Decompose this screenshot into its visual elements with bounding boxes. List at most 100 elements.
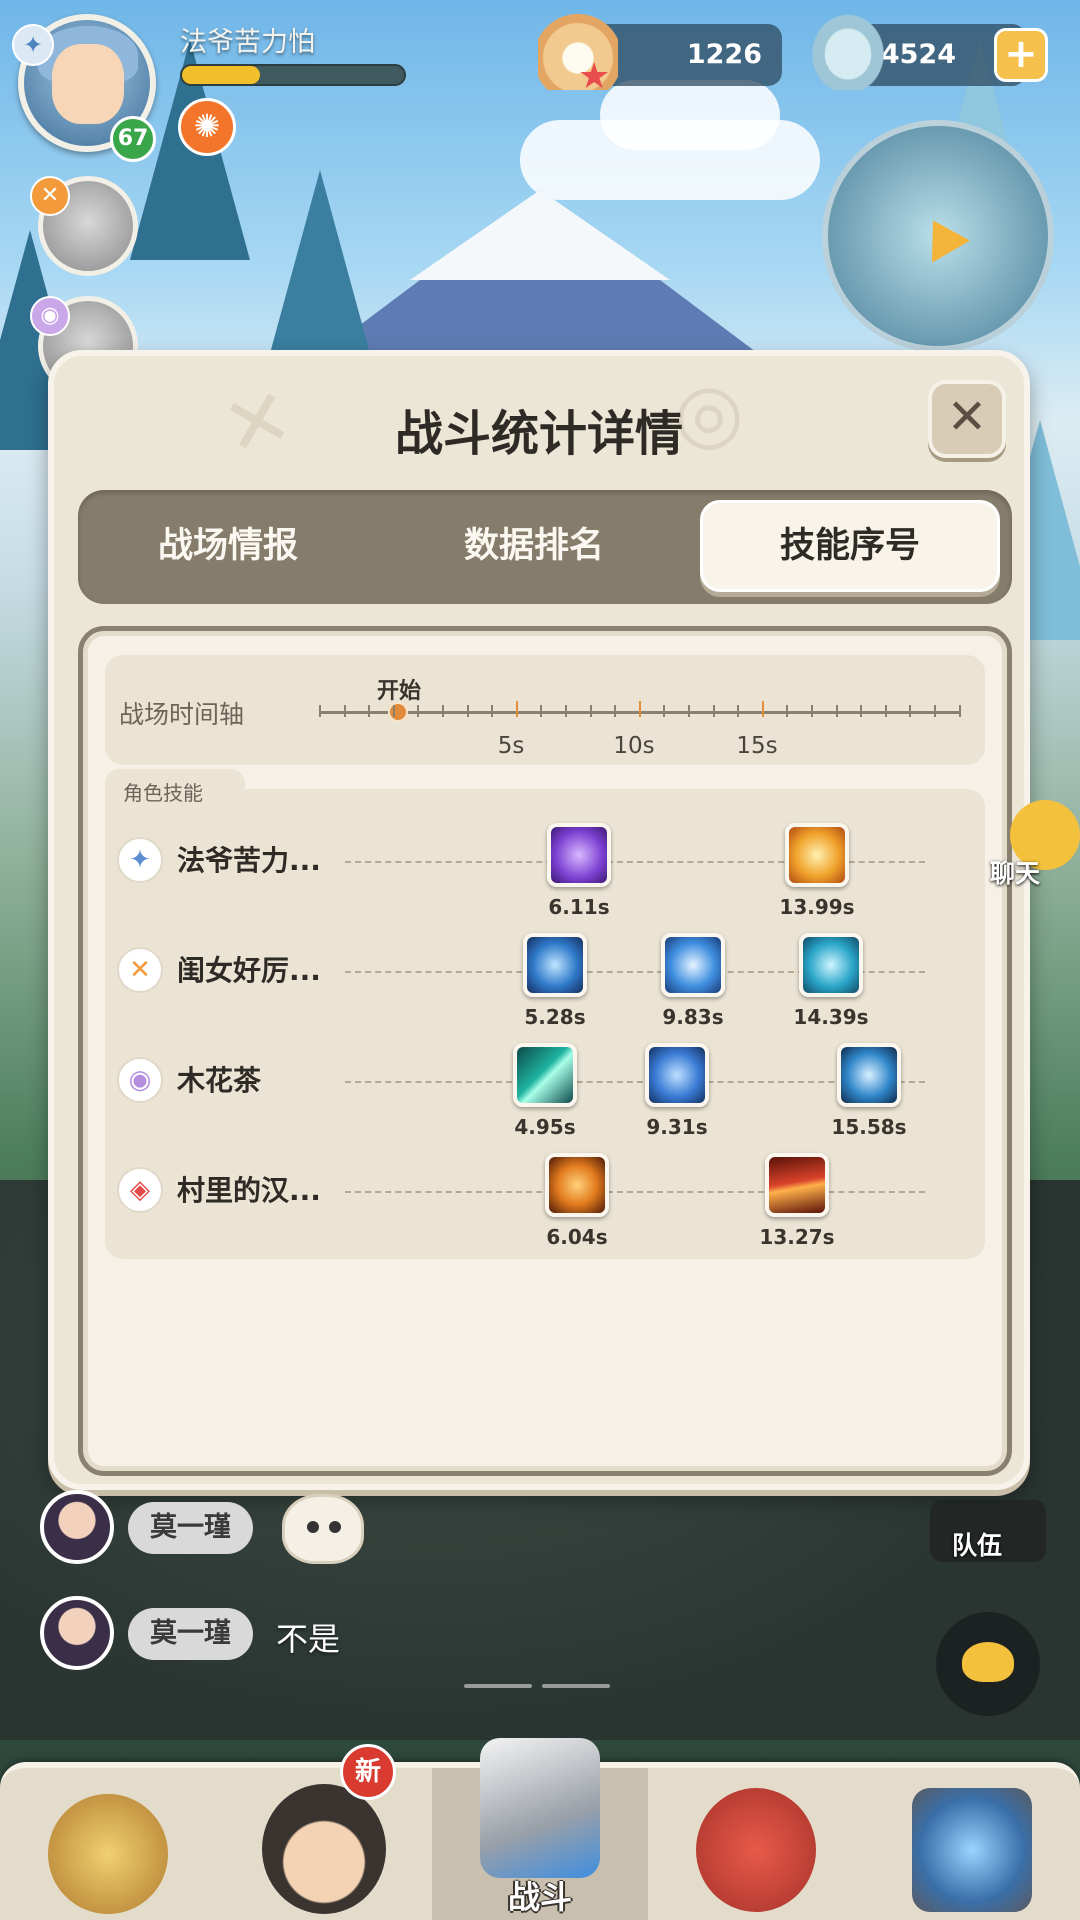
archer-class-icon: ✕: [117, 947, 163, 993]
side-chat-label[interactable]: 聊天: [990, 854, 1040, 890]
skill-order-panel: 战场时间轴 开始 5s 10s 15s 角色技能 ✦ 法爷苦力... 6.11s…: [78, 626, 1012, 1476]
battle-sword-icon: [480, 1738, 600, 1878]
role-skills-section: 角色技能 ✦ 法爷苦力... 6.11s 13.99s ✕ 闺女好厉... 5.…: [105, 769, 985, 1259]
skill-time: 4.95s: [514, 1115, 576, 1139]
player-name: 法爷苦力怕: [180, 27, 315, 58]
nav-social[interactable]: [216, 1768, 432, 1920]
skill-icon[interactable]: [799, 933, 863, 997]
timeline-tick: [515, 701, 518, 717]
timeline-tick: [319, 705, 321, 717]
tab-skill-order[interactable]: 技能序号: [700, 500, 1000, 592]
skill-icon[interactable]: [785, 823, 849, 887]
nav-battle-label: 战斗: [507, 1878, 572, 1916]
role-name: 木花茶: [177, 1064, 262, 1097]
skill-icon[interactable]: [645, 1043, 709, 1107]
nav-portal[interactable]: [864, 1768, 1080, 1920]
skill-icon[interactable]: [837, 1043, 901, 1107]
timeline-tick: [712, 705, 715, 717]
nav-battle[interactable]: 战斗: [432, 1738, 648, 1920]
straw-hat-character-icon: [48, 1794, 168, 1914]
archer-class-icon: ✕: [30, 176, 70, 216]
chat-page-indicator: [464, 1684, 532, 1688]
timeline-tick: [343, 705, 346, 717]
shell-icon: [808, 10, 888, 90]
skill-time: 14.39s: [793, 1005, 869, 1029]
add-currency-button[interactable]: +: [994, 28, 1048, 82]
chick-sticker-icon: [282, 1494, 364, 1564]
timeline-track: 开始 5s 10s 15s: [319, 679, 961, 759]
skill-icon[interactable]: [547, 823, 611, 887]
timeline-tick: [663, 705, 666, 717]
skill-icon[interactable]: [513, 1043, 577, 1107]
minimap[interactable]: [822, 120, 1054, 352]
role-name: 闺女好厉...: [177, 954, 321, 987]
timeline-tick: [638, 701, 641, 717]
chat-message: 不是: [276, 1620, 341, 1658]
timeline-start-label: 开始: [377, 679, 422, 704]
support-class-icon: ◉: [117, 1057, 163, 1103]
skill-row: ✦ 法爷苦力... 6.11s 13.99s: [105, 813, 985, 919]
team-label[interactable]: 队伍: [952, 1526, 1002, 1562]
tab-battlefield-info[interactable]: 战场情报: [78, 500, 378, 592]
timeline-tick: [589, 705, 592, 717]
timeline-tick: [466, 705, 469, 717]
new-badge: 新: [340, 1744, 396, 1800]
timeline-tick: [786, 705, 789, 717]
chat-button[interactable]: [936, 1612, 1040, 1716]
timeline-start-marker: [388, 702, 408, 722]
nav-character[interactable]: [0, 1768, 216, 1920]
skill-time: 5.28s: [524, 1005, 586, 1029]
chat-avatar[interactable]: [40, 1490, 114, 1564]
modal-title: 战斗统计详情: [394, 406, 683, 462]
tab-data-ranking[interactable]: 数据排名: [384, 500, 684, 592]
timeline-tick: [368, 705, 371, 717]
timeline-tick: [811, 705, 813, 717]
timeline-tick: [761, 701, 764, 717]
timeline-tick: [835, 705, 838, 717]
skill-icon[interactable]: [523, 933, 587, 997]
skill-time: 13.27s: [759, 1225, 835, 1249]
timeline-tick-label: 5s: [497, 733, 525, 759]
timeline-tick: [860, 705, 863, 717]
buff-icon[interactable]: ✺: [178, 98, 236, 156]
skill-icon[interactable]: [661, 933, 725, 997]
timeline-tick: [958, 705, 961, 717]
timeline-tick: [614, 705, 617, 717]
chat-sender[interactable]: 莫一瑾: [128, 1502, 253, 1554]
chat-bubble-icon: [962, 1642, 1014, 1682]
starfish-icon: ★: [578, 56, 611, 97]
warrior-class-icon: ◈: [117, 1167, 163, 1213]
timeline-tick: [392, 705, 395, 717]
timeline-tick-label: 10s: [613, 733, 655, 759]
skill-row: ◈ 村里的汉... 6.04s 13.27s: [105, 1143, 985, 1249]
ninja-character-icon: [262, 1784, 386, 1914]
skill-icon[interactable]: [765, 1153, 829, 1217]
role-name: 村里的汉...: [177, 1174, 321, 1207]
tab-bar: 战场情报 数据排名 技能序号: [78, 490, 1012, 604]
timeline-tick: [442, 705, 444, 717]
close-button[interactable]: ✕: [928, 380, 1006, 458]
shell-amount: 4524: [880, 39, 956, 70]
timeline-tick: [909, 705, 912, 717]
chat-avatar[interactable]: [40, 1596, 114, 1670]
timeline-tick: [884, 705, 887, 717]
player-hp-bar: [180, 64, 406, 86]
nav-pet[interactable]: [648, 1768, 864, 1920]
timeline-tick: [688, 705, 690, 717]
dinosaur-pet-icon: [696, 1788, 816, 1912]
chat-sender[interactable]: 莫一瑾: [128, 1608, 253, 1660]
bottom-nav: 战斗: [0, 1738, 1080, 1920]
skill-row: ◉ 木花茶 4.95s 9.31s 15.58s: [105, 1033, 985, 1139]
timeline-label: 战场时间轴: [119, 700, 245, 729]
role-name: 法爷苦力...: [177, 844, 321, 877]
skill-row: ✕ 闺女好厉... 5.28s 9.83s 14.39s: [105, 923, 985, 1029]
skill-icon[interactable]: [545, 1153, 609, 1217]
timeline-tick: [934, 705, 936, 717]
player-position-arrow-icon: [913, 209, 971, 263]
timeline-tick: [417, 705, 420, 717]
mage-class-icon: ✦: [117, 837, 163, 883]
chat-page-indicator: [542, 1684, 610, 1688]
skill-time: 15.58s: [831, 1115, 907, 1139]
skill-time: 6.11s: [548, 895, 610, 919]
skill-time: 13.99s: [779, 895, 855, 919]
